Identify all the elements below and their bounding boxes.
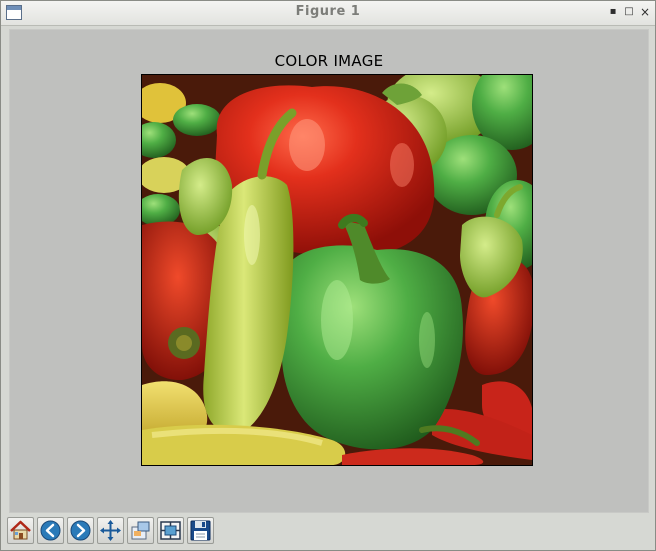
axes-title: COLOR IMAGE <box>274 52 384 70</box>
floppy-disk-icon <box>190 520 211 541</box>
home-icon <box>10 520 31 540</box>
close-button[interactable]: × <box>639 5 651 19</box>
zoom-rect-icon <box>131 521 150 540</box>
configure-subplots-button[interactable] <box>157 517 184 544</box>
title-bar[interactable]: Figure 1 ▪ □ × <box>1 1 655 26</box>
figure-window: Figure 1 ▪ □ × COLOR IMAGE <box>0 0 656 551</box>
peppers-image <box>142 75 532 465</box>
minimize-button[interactable]: ▪ <box>607 5 619 19</box>
pan-arrows-icon <box>100 520 121 541</box>
home-button[interactable] <box>7 517 34 544</box>
forward-arrow-icon <box>70 520 91 541</box>
figure-canvas[interactable]: COLOR IMAGE <box>9 29 649 513</box>
subplots-icon <box>160 521 181 540</box>
back-button[interactable] <box>37 517 64 544</box>
zoom-button[interactable] <box>127 517 154 544</box>
pan-button[interactable] <box>97 517 124 544</box>
navigation-toolbar <box>1 513 655 550</box>
back-arrow-icon <box>40 520 61 541</box>
window-title: Figure 1 <box>295 4 361 19</box>
image-axes[interactable] <box>141 74 533 466</box>
forward-button[interactable] <box>67 517 94 544</box>
save-button[interactable] <box>187 517 214 544</box>
maximize-button[interactable]: □ <box>623 5 635 19</box>
